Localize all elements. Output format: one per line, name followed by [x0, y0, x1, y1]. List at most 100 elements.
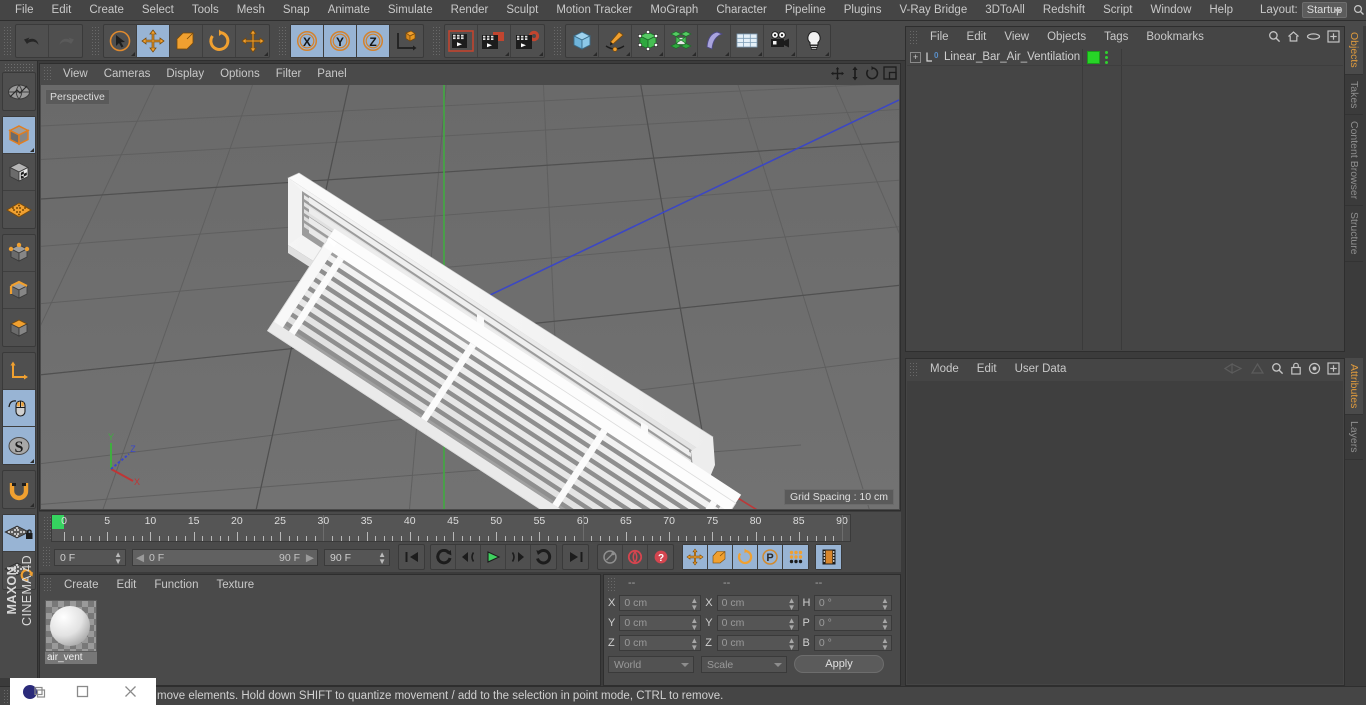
object-menu-bookmarks[interactable]: Bookmarks	[1137, 27, 1213, 48]
close-window-icon[interactable]	[106, 678, 154, 705]
menu-motion-tracker[interactable]: Motion Tracker	[547, 0, 641, 21]
pin-icon[interactable]	[1308, 362, 1321, 378]
material-manager-grip[interactable]	[43, 577, 52, 593]
left-toolbar-grip[interactable]	[3, 63, 34, 71]
layout-select[interactable]: Startup	[1301, 2, 1348, 18]
maximize-window-icon[interactable]	[58, 678, 106, 705]
world-object-coordinate-button[interactable]	[390, 25, 423, 57]
menu-mesh[interactable]: Mesh	[228, 0, 274, 21]
render-to-picture-viewer-button[interactable]	[478, 24, 511, 57]
rotation-h-field[interactable]: 0 ° ▲ ▼	[813, 595, 892, 612]
spinner-icon[interactable]: ▲ ▼	[114, 550, 122, 565]
model-mode-button[interactable]	[2, 117, 35, 154]
lock-icon[interactable]	[1290, 362, 1302, 378]
viewport-grip[interactable]	[43, 66, 52, 82]
point-mode-button[interactable]	[2, 235, 35, 272]
right-tab-attributes[interactable]: Attributes	[1345, 358, 1363, 416]
object-menu-tags[interactable]: Tags	[1095, 27, 1137, 48]
add-tab-icon[interactable]	[1327, 362, 1340, 378]
scale-tool[interactable]	[170, 24, 203, 57]
right-tab-structure[interactable]: Structure	[1345, 206, 1363, 262]
live-selection-tool[interactable]	[104, 24, 137, 57]
lock-y-axis-button[interactable]: Y	[324, 24, 357, 57]
search-icon[interactable]	[1271, 362, 1284, 378]
material-item[interactable]: air_vent	[45, 600, 97, 664]
rotate-camera-icon[interactable]	[865, 66, 879, 84]
object-row[interactable]: +0 Linear_Bar_Air_Ventilation	[907, 49, 1343, 66]
toolbar-grip-2[interactable]	[91, 25, 100, 56]
object-menu-objects[interactable]: Objects	[1038, 27, 1095, 48]
go-to-next-key-button[interactable]	[531, 545, 556, 569]
attributes-menu-edit[interactable]: Edit	[968, 359, 1006, 380]
search-icon[interactable]	[1268, 30, 1281, 46]
object-tag-area[interactable]	[1087, 50, 1108, 64]
object-menu-edit[interactable]: Edit	[958, 27, 996, 48]
menu-select[interactable]: Select	[133, 0, 183, 21]
menu-character[interactable]: Character	[707, 0, 776, 21]
extra-move-tool[interactable]	[236, 25, 269, 57]
spinner-icon[interactable]: ▲ ▼	[690, 617, 698, 632]
right-tab-content-browser[interactable]: Content Browser	[1345, 115, 1363, 207]
go-to-next-frame-button[interactable]	[506, 545, 531, 569]
add-spline-button[interactable]	[599, 24, 632, 57]
menu-v-ray-bridge[interactable]: V-Ray Bridge	[890, 0, 976, 21]
render-settings-button[interactable]	[511, 25, 544, 57]
menu-animate[interactable]: Animate	[319, 0, 379, 21]
toolbar-grip[interactable]	[3, 25, 12, 56]
attributes-menu-mode[interactable]: Mode	[921, 359, 968, 380]
workplane-mode-button[interactable]	[3, 191, 35, 228]
object-menu-file[interactable]: File	[921, 27, 958, 48]
menu-snap[interactable]: Snap	[274, 0, 319, 21]
menu-create[interactable]: Create	[80, 0, 133, 21]
go-to-end-button[interactable]	[563, 545, 588, 569]
point-level-animation-button[interactable]	[783, 545, 808, 569]
menu-tools[interactable]: Tools	[183, 0, 228, 21]
add-deformer-button[interactable]	[698, 24, 731, 57]
timeline-ruler[interactable]: 051015202530354045505560657075808590	[51, 514, 851, 542]
menu-script[interactable]: Script	[1094, 0, 1141, 21]
lock-z-axis-button[interactable]: Z	[357, 24, 390, 57]
right-tab-objects[interactable]: Objects	[1345, 26, 1363, 75]
position-z-field[interactable]: 0 cm ▲ ▼	[619, 635, 702, 652]
attributes-grip[interactable]	[909, 361, 918, 378]
menu-render[interactable]: Render	[442, 0, 498, 21]
coordinate-system-dropdown[interactable]: World	[608, 655, 694, 673]
viewport-menu-display[interactable]: Display	[158, 64, 212, 84]
coordinates-grip[interactable]	[607, 577, 616, 591]
range-left-arrow-icon[interactable]: ◀	[136, 550, 144, 566]
add-light-button[interactable]	[797, 25, 830, 57]
menu-mograph[interactable]: MoGraph	[641, 0, 707, 21]
scale-key-button[interactable]	[708, 545, 733, 569]
polygon-mode-button[interactable]	[3, 309, 35, 346]
search-icon[interactable]	[1353, 0, 1365, 21]
parameter-key-button[interactable]: P	[758, 545, 783, 569]
spinner-icon[interactable]: ▲ ▼	[881, 617, 889, 632]
dolly-camera-icon[interactable]	[849, 66, 861, 84]
add-cube-button[interactable]	[566, 24, 599, 57]
material-menu-create[interactable]: Create	[55, 575, 108, 596]
menu-simulate[interactable]: Simulate	[379, 0, 442, 21]
range-right-arrow-icon[interactable]: ▶	[306, 550, 314, 566]
object-menu-view[interactable]: View	[995, 27, 1038, 48]
toolbar-grip-4[interactable]	[432, 25, 441, 56]
right-tab-layers[interactable]: Layers	[1345, 415, 1363, 460]
enable-axis-modification-button[interactable]	[2, 353, 35, 390]
attributes-menu-user-data[interactable]: User Data	[1006, 359, 1076, 380]
material-manager-body[interactable]: air_vent	[41, 596, 599, 684]
spinner-icon[interactable]: ▲ ▼	[690, 637, 698, 652]
expand-toggle-icon[interactable]: +	[910, 51, 921, 63]
keyframe-selection-button[interactable]: ?	[648, 545, 673, 569]
add-scene-object-button[interactable]	[731, 24, 764, 57]
spinner-icon[interactable]: ▲ ▼	[881, 597, 889, 612]
size-x-field[interactable]: 0 cm ▲ ▼	[716, 595, 799, 612]
current-frame-field[interactable]: 0 F ▲ ▼	[54, 548, 126, 566]
soft-selection-button[interactable]: S	[2, 427, 35, 464]
material-menu-texture[interactable]: Texture	[207, 575, 263, 596]
add-generator-button[interactable]	[632, 24, 665, 57]
next-attribute-icon[interactable]	[1250, 362, 1265, 378]
rotation-b-field[interactable]: 0 ° ▲ ▼	[813, 635, 892, 652]
texture-mode-button[interactable]	[2, 154, 35, 191]
lock-x-axis-button[interactable]: X	[291, 24, 324, 57]
transform-mode-dropdown[interactable]: Scale	[701, 655, 787, 673]
spinner-icon[interactable]: ▲ ▼	[788, 597, 796, 612]
